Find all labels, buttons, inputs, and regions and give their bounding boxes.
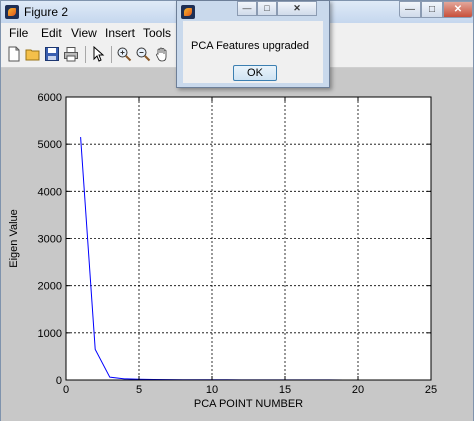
new-file-icon[interactable] — [6, 46, 22, 62]
dialog-minimize-button[interactable]: — — [237, 1, 257, 16]
dialog-message: PCA Features upgraded — [191, 40, 310, 52]
dialog-close-button[interactable]: ✕ — [277, 1, 317, 16]
toolbar-separator — [111, 46, 112, 63]
matlab-logo-icon — [181, 5, 195, 19]
menu-edit[interactable]: Edit — [41, 26, 62, 40]
pan-hand-icon[interactable] — [154, 46, 170, 62]
menu-view[interactable]: View — [71, 26, 97, 40]
zoom-out-icon[interactable] — [135, 46, 151, 62]
y-tick-label: 2000 — [38, 281, 62, 293]
x-tick-label: 5 — [136, 384, 142, 396]
x-tick-label: 25 — [425, 384, 437, 396]
save-icon[interactable] — [44, 46, 60, 62]
x-tick-label: 10 — [206, 384, 218, 396]
menu-file[interactable]: File — [9, 26, 28, 40]
window-title: Figure 2 — [24, 5, 69, 19]
y-tick-label: 4000 — [38, 186, 62, 198]
toolbar-separator — [85, 46, 86, 63]
y-tick-label: 3000 — [38, 234, 62, 246]
figure-canvas: 0 5 10 15 20 25 0 1000 2000 3000 4000 5000 6000 PCA … — [1, 68, 473, 421]
close-button[interactable]: ✕ — [443, 1, 473, 18]
maximize-button[interactable]: □ — [421, 1, 443, 18]
matlab-logo-icon — [5, 5, 19, 19]
message-dialog: — □ ✕ PCA Features upgraded OK — [176, 0, 330, 88]
y-tick-label: 0 — [56, 375, 62, 387]
y-tick-label: 5000 — [38, 139, 62, 151]
print-icon[interactable] — [63, 46, 79, 62]
y-tick-label: 1000 — [38, 328, 62, 340]
dialog-maximize-button[interactable]: □ — [257, 1, 277, 16]
menu-insert[interactable]: Insert — [105, 26, 135, 40]
plot-area — [66, 97, 431, 380]
eigen-value-chart: 0 5 10 15 20 25 0 1000 2000 3000 4000 5000 6000 PCA … — [8, 92, 437, 410]
x-axis-label: PCA POINT NUMBER — [194, 398, 303, 410]
x-tick-label: 20 — [352, 384, 364, 396]
dialog-body: PCA Features upgraded OK — [183, 21, 323, 83]
open-folder-icon[interactable] — [25, 46, 41, 62]
ok-button[interactable]: OK — [233, 65, 277, 81]
menu-tools[interactable]: Tools — [143, 26, 171, 40]
x-tick-label: 15 — [279, 384, 291, 396]
x-tick-label: 0 — [63, 384, 69, 396]
y-tick-label: 6000 — [38, 92, 62, 104]
minimize-button[interactable]: — — [399, 1, 421, 18]
y-axis-label: Eigen Value — [8, 209, 20, 268]
zoom-in-icon[interactable] — [116, 46, 132, 62]
pointer-icon[interactable] — [90, 46, 106, 62]
